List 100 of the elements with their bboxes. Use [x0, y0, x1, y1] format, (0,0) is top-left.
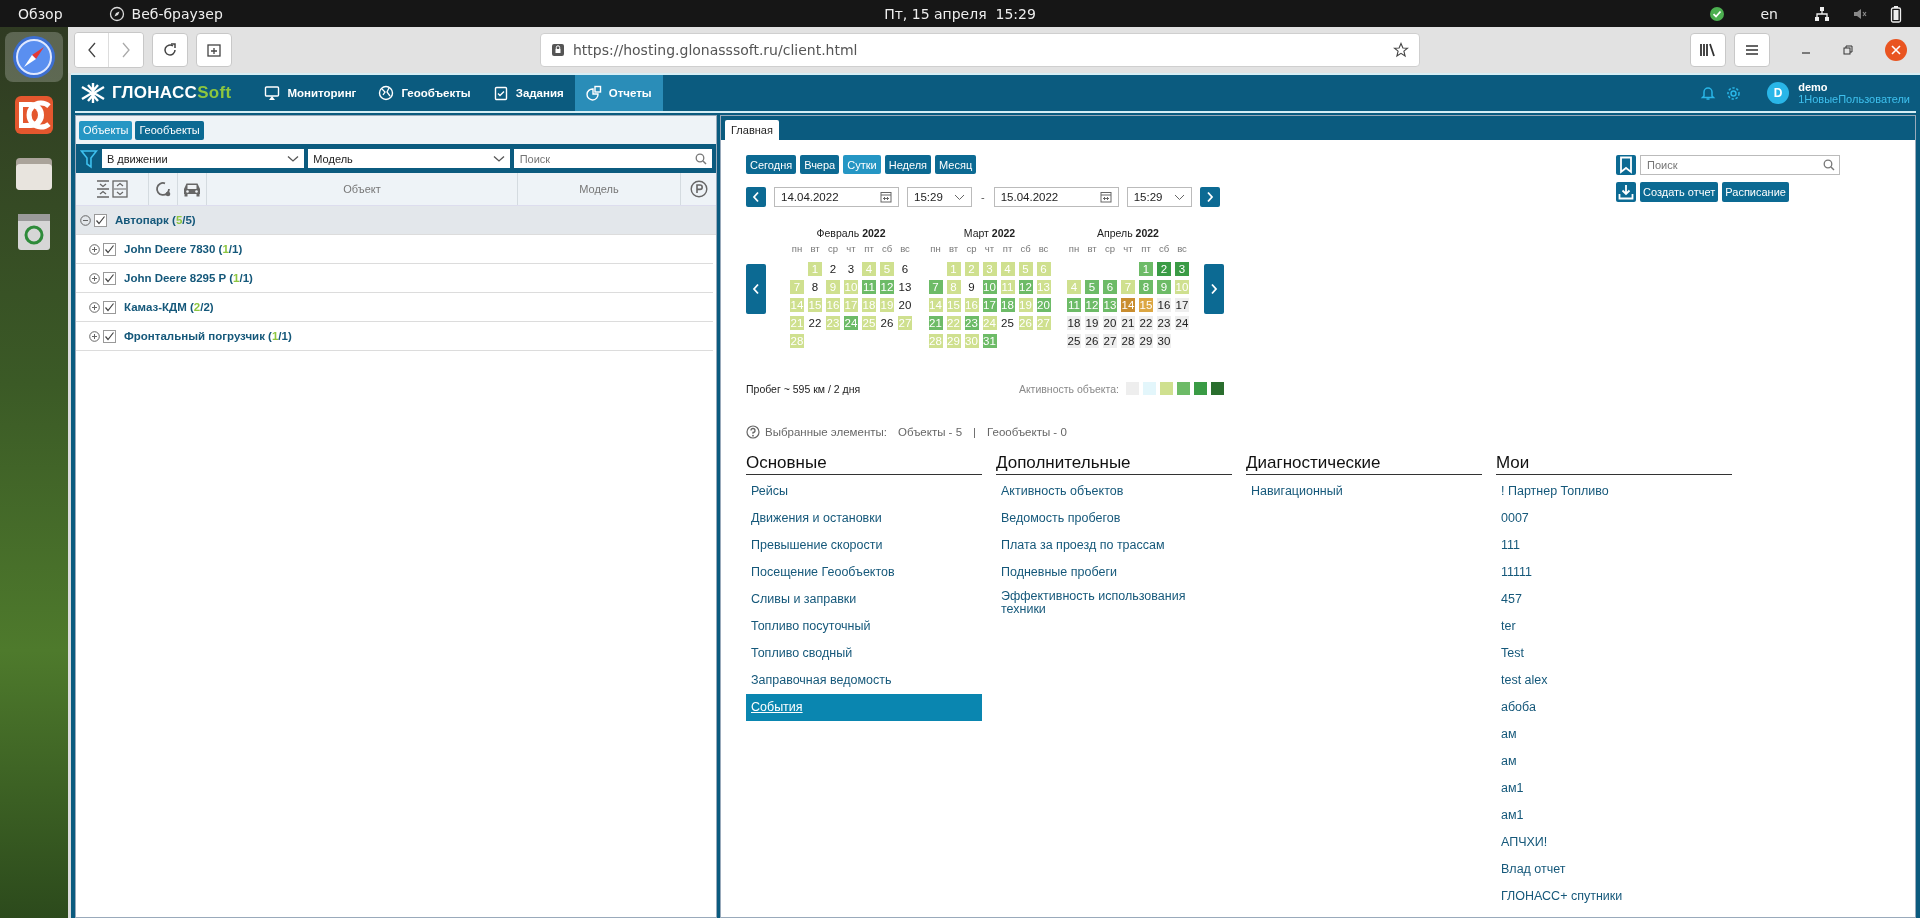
report-link[interactable]: Активность объектов: [996, 478, 1232, 505]
state-dropdown[interactable]: В движении: [101, 149, 305, 168]
language-indicator[interactable]: en: [1760, 5, 1778, 22]
check-icon[interactable]: [1708, 5, 1725, 22]
report-link[interactable]: Движения и остановки: [746, 505, 982, 532]
report-link[interactable]: Подневные пробеги: [996, 559, 1232, 586]
checkbox[interactable]: [103, 271, 116, 285]
panel-tab[interactable]: Объекты: [79, 120, 133, 140]
calendar-day[interactable]: 21: [1121, 316, 1135, 330]
period-button[interactable]: Вчера: [800, 155, 840, 174]
user-name[interactable]: demo: [1798, 81, 1910, 93]
calendar-day[interactable]: 25: [1067, 334, 1081, 348]
calendar-day[interactable]: 3: [844, 262, 858, 276]
calendar-day[interactable]: 9: [964, 280, 979, 294]
calendar-day[interactable]: 17: [1175, 298, 1189, 312]
expand-collapse-icon[interactable]: [95, 180, 129, 198]
calendar-day[interactable]: 22: [808, 316, 822, 330]
help-icon[interactable]: [746, 425, 760, 439]
app-menu[interactable]: Веб-браузер: [131, 5, 223, 22]
nav-tab[interactable]: Задания: [481, 75, 575, 111]
panel-tab[interactable]: Геообъекты: [135, 120, 204, 140]
report-link[interactable]: Влад отчет: [1496, 856, 1732, 883]
nav-tab[interactable]: Геообъекты: [367, 75, 482, 111]
report-link[interactable]: ам1: [1496, 775, 1732, 802]
app-icon[interactable]: [13, 94, 55, 136]
restore-icon[interactable]: [1842, 44, 1854, 56]
report-link[interactable]: Заправочная ведомость: [746, 667, 982, 694]
report-link[interactable]: 0007: [1496, 505, 1732, 532]
period-button[interactable]: Месяц: [935, 155, 977, 174]
bookmark-button[interactable]: [1616, 155, 1636, 175]
previous-months-button[interactable]: [746, 263, 766, 314]
report-link[interactable]: Test: [1496, 640, 1732, 667]
report-link[interactable]: ter: [1496, 613, 1732, 640]
bookmark-star-icon[interactable]: [1393, 42, 1409, 58]
parking-icon[interactable]: [689, 180, 708, 198]
group-name[interactable]: Камаз-КДМ (2/2): [124, 301, 214, 313]
collapse-icon[interactable]: [80, 214, 91, 226]
report-link[interactable]: Рейсы: [746, 478, 982, 505]
column-header[interactable]: Объект: [343, 183, 381, 195]
battery-icon[interactable]: [1890, 4, 1902, 23]
calendar-day[interactable]: 20: [1103, 316, 1117, 330]
calendar-day[interactable]: 25: [1000, 316, 1015, 330]
date-field[interactable]: 15.04.2022: [993, 187, 1119, 207]
action-button[interactable]: Создать отчет: [1640, 182, 1719, 202]
report-link[interactable]: АПЧХИ!: [1496, 829, 1732, 856]
back-button[interactable]: [75, 33, 109, 67]
next-months-button[interactable]: [1204, 263, 1224, 314]
address-bar[interactable]: https://hosting.glonasssoft.ru/client.html: [540, 33, 1420, 67]
calendar-day[interactable]: 3: [1175, 262, 1189, 276]
report-link[interactable]: Сливы и заправки: [746, 586, 982, 613]
calendar-day[interactable]: 27: [1103, 334, 1117, 348]
car-icon[interactable]: [182, 181, 202, 197]
report-link[interactable]: 11111: [1496, 559, 1732, 586]
report-link[interactable]: Топливо посуточный: [746, 613, 982, 640]
report-link[interactable]: ! Партнер Топливо: [1496, 478, 1732, 505]
period-button[interactable]: Неделя: [884, 155, 932, 174]
calendar-day[interactable]: 30: [1157, 334, 1171, 348]
group-name[interactable]: John Deere 8295 P (1/1): [124, 272, 253, 284]
report-link[interactable]: События: [746, 694, 982, 721]
action-button[interactable]: Расписание: [1722, 182, 1789, 202]
settings-icon[interactable]: [1725, 84, 1743, 102]
report-link[interactable]: абоба: [1496, 694, 1732, 721]
checkbox[interactable]: [103, 242, 116, 256]
expand-icon[interactable]: [89, 272, 100, 284]
filter-icon[interactable]: [80, 148, 98, 169]
calendar-day[interactable]: 6: [898, 262, 912, 276]
page-tab[interactable]: Главная: [725, 120, 779, 140]
menu-button[interactable]: [1734, 33, 1770, 67]
expand-icon[interactable]: [89, 330, 100, 342]
calendar-day[interactable]: 23: [1157, 316, 1171, 330]
clock[interactable]: Пт, 15 апреля 15:29: [884, 5, 1036, 22]
download-button[interactable]: [1616, 182, 1636, 202]
user-group[interactable]: 1НовыеПользователи: [1798, 93, 1910, 105]
calendar-day[interactable]: 28: [1121, 334, 1135, 348]
group-name[interactable]: Автопарк (5/5): [115, 214, 196, 226]
group-name[interactable]: Фронтальный погрузчик (1/1): [124, 330, 292, 342]
nav-tab[interactable]: Мониторинг: [253, 75, 368, 111]
time-dropdown[interactable]: 15:29: [1126, 187, 1192, 207]
calendar-day[interactable]: 20: [898, 298, 912, 312]
calendar-day[interactable]: 18: [1067, 316, 1081, 330]
report-link[interactable]: Ведомость пробегов: [996, 505, 1232, 532]
checkbox[interactable]: [103, 300, 116, 314]
calendar-day[interactable]: 8: [808, 280, 822, 294]
column-header[interactable]: Модель: [579, 183, 619, 195]
network-icon[interactable]: [1814, 5, 1830, 22]
report-link[interactable]: Превышение скорости: [746, 532, 982, 559]
checkbox[interactable]: [94, 213, 107, 227]
bell-icon[interactable]: [1700, 85, 1717, 101]
group-name[interactable]: John Deere 7830 (1/1): [124, 243, 243, 255]
calendar-day[interactable]: 19: [1085, 316, 1099, 330]
previous-button[interactable]: [746, 187, 766, 207]
refresh-icon[interactable]: [154, 180, 172, 198]
report-link[interactable]: ам1: [1496, 802, 1732, 829]
activities-button[interactable]: Обзор: [18, 5, 63, 22]
calendar-day[interactable]: 24: [1175, 316, 1189, 330]
report-link[interactable]: ГЛОНАСС+ спутники: [1496, 883, 1732, 910]
report-link[interactable]: test alex: [1496, 667, 1732, 694]
new-tab-button[interactable]: [196, 33, 232, 67]
calendar-day[interactable]: 29: [1139, 334, 1153, 348]
period-button[interactable]: Сутки: [843, 155, 881, 174]
